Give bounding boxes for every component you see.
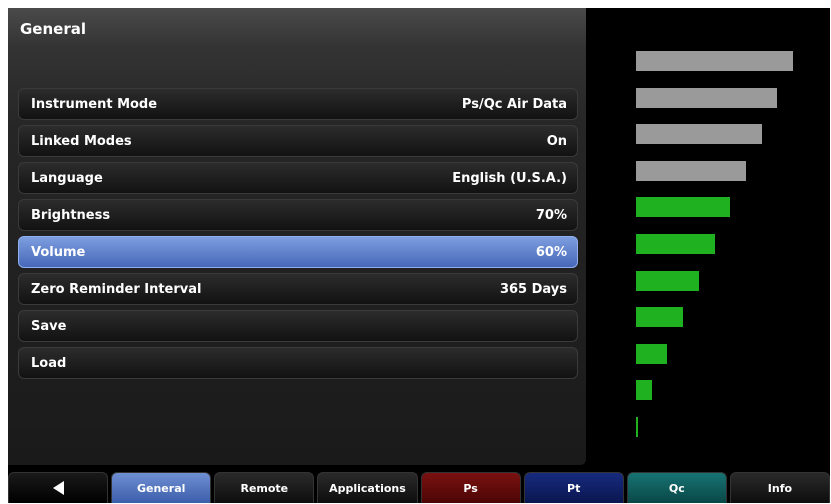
row-label: Language <box>31 170 103 186</box>
tab-general[interactable]: General <box>111 472 212 503</box>
row-zero-reminder-interval[interactable]: Zero Reminder Interval 365 Days <box>18 273 578 305</box>
row-label: Linked Modes <box>31 133 132 149</box>
tab-remote[interactable]: Remote <box>214 472 315 503</box>
volume-level-segment <box>636 160 746 181</box>
row-language[interactable]: Language English (U.S.A.) <box>18 162 578 194</box>
row-value: On <box>546 133 567 149</box>
row-label: Zero Reminder Interval <box>31 281 202 297</box>
device-screen: General Instrument Mode Ps/Qc Air Data L… <box>8 8 830 503</box>
volume-level-segment <box>636 307 683 328</box>
volume-level-segment <box>636 343 667 364</box>
row-label: Brightness <box>31 207 111 223</box>
volume-level-segment <box>636 51 793 71</box>
volume-level-segment <box>636 124 762 145</box>
settings-list: Instrument Mode Ps/Qc Air Data Linked Mo… <box>18 88 578 384</box>
row-brightness[interactable]: Brightness 70% <box>18 199 578 231</box>
volume-level-segment <box>636 234 715 254</box>
tab-info[interactable]: Info <box>729 472 830 503</box>
row-value: Ps/Qc Air Data <box>461 96 567 112</box>
back-button[interactable] <box>8 472 109 503</box>
row-label: Save <box>31 318 67 334</box>
volume-level-indicator <box>636 51 816 451</box>
row-label: Instrument Mode <box>31 96 158 112</box>
volume-level-segment <box>636 270 699 291</box>
back-triangle-icon <box>52 481 64 495</box>
bottom-tab-bar: General Remote Applications Ps Pt Qc Inf… <box>8 472 830 503</box>
row-save[interactable]: Save <box>18 310 578 342</box>
volume-level-segment <box>636 87 777 108</box>
row-linked-modes[interactable]: Linked Modes On <box>18 125 578 157</box>
row-label: Volume <box>31 244 86 260</box>
row-value: 365 Days <box>499 281 567 297</box>
volume-level-segment <box>636 380 652 401</box>
tab-qc[interactable]: Qc <box>626 472 727 503</box>
row-load[interactable]: Load <box>18 347 578 379</box>
volume-level-segment <box>636 197 730 218</box>
volume-level-segment <box>636 417 638 437</box>
row-value: 70% <box>535 207 567 223</box>
row-volume[interactable]: Volume 60% <box>18 236 578 268</box>
panel-title: General <box>20 20 86 38</box>
tab-ps[interactable]: Ps <box>420 472 521 503</box>
row-label: Load <box>31 355 67 371</box>
row-instrument-mode[interactable]: Instrument Mode Ps/Qc Air Data <box>18 88 578 120</box>
tab-pt[interactable]: Pt <box>523 472 624 503</box>
tab-applications[interactable]: Applications <box>317 472 418 503</box>
row-value: 60% <box>535 244 567 260</box>
row-value: English (U.S.A.) <box>452 170 567 186</box>
settings-panel: General Instrument Mode Ps/Qc Air Data L… <box>8 8 586 465</box>
